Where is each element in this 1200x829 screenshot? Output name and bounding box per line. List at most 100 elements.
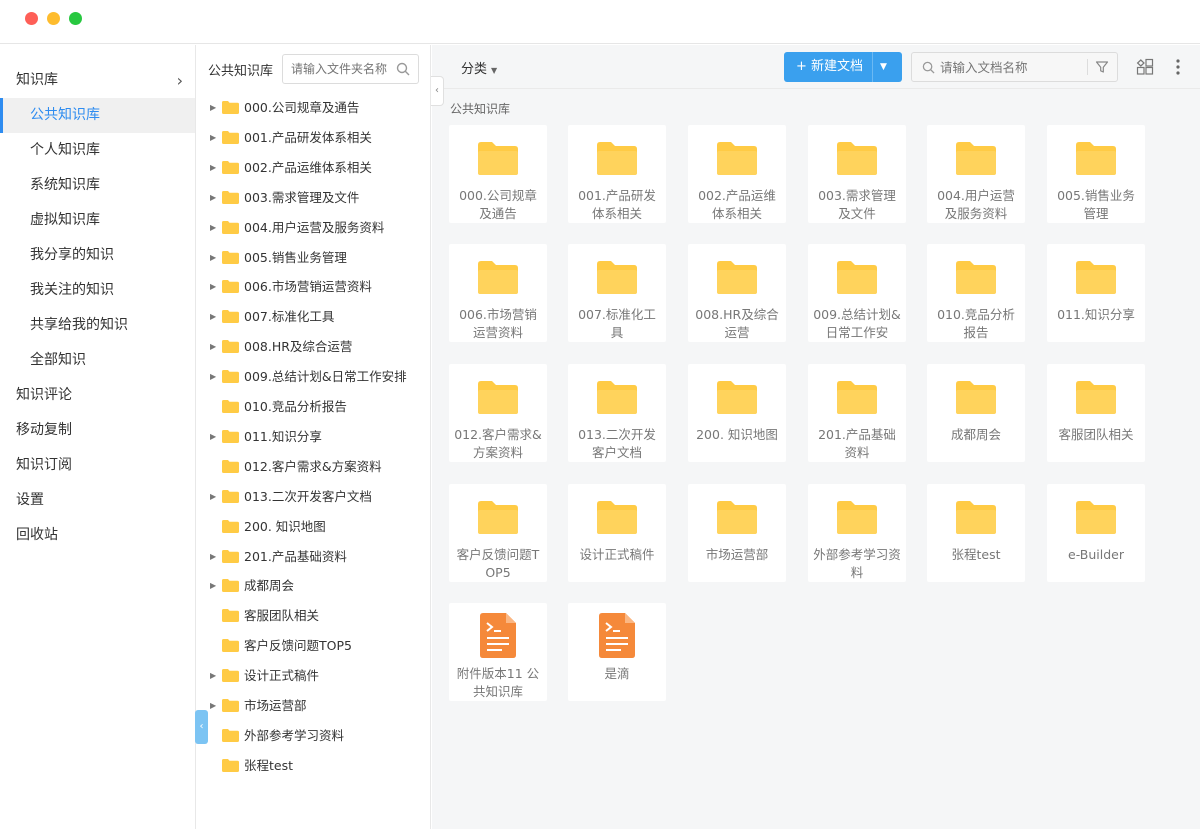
expand-arrow-icon[interactable]: ▶ <box>210 661 216 691</box>
document-card[interactable]: 附件版本11 公共知识库 <box>449 603 547 701</box>
expand-panel-handle[interactable]: ‹ <box>195 710 208 744</box>
expand-arrow-icon[interactable]: ▶ <box>210 153 216 183</box>
expand-arrow-icon[interactable]: ▶ <box>210 123 216 153</box>
nav-item[interactable]: 个人知识库 <box>0 133 195 168</box>
tree-node[interactable]: 200. 知识地图 <box>196 512 430 542</box>
tree-node[interactable]: ▶ 001.产品研发体系相关 <box>196 123 430 153</box>
tree-node[interactable]: ▶ 004.用户运营及服务资料 <box>196 213 430 243</box>
expand-arrow-icon[interactable]: ▶ <box>210 332 216 362</box>
folder-card[interactable]: 005.销售业务管理 <box>1047 125 1145 223</box>
folder-card[interactable]: 201.产品基础资料 <box>808 364 906 462</box>
nav-item[interactable]: 我关注的知识 <box>0 273 195 308</box>
minimize-window-button[interactable] <box>47 12 60 25</box>
folder-card[interactable]: 012.客户需求&方案资料 <box>449 364 547 462</box>
tree-node[interactable]: 客服团队相关 <box>196 601 430 631</box>
nav-item[interactable]: 知识库 › <box>0 63 195 98</box>
expand-arrow-icon[interactable]: ▶ <box>210 243 216 273</box>
folder-card[interactable]: 002.产品运维体系相关 <box>688 125 786 223</box>
folder-card[interactable]: 200. 知识地图 <box>688 364 786 462</box>
folder-card[interactable]: 011.知识分享 <box>1047 244 1145 342</box>
expand-arrow-icon[interactable]: ▶ <box>210 571 216 601</box>
tree-node[interactable]: ▶ 011.知识分享 <box>196 422 430 452</box>
tree-node[interactable]: 010.竞品分析报告 <box>196 392 430 422</box>
tree-node[interactable]: ▶ 009.总结计划&日常工作安排 <box>196 362 430 392</box>
collapse-tree-button[interactable]: ‹ <box>431 76 444 106</box>
folder-card[interactable]: 001.产品研发体系相关 <box>568 125 666 223</box>
nav-item[interactable]: 全部知识 <box>0 343 195 378</box>
tree-node[interactable]: 张程test <box>196 751 430 781</box>
folder-icon <box>478 501 518 534</box>
nav-item[interactable]: 共享给我的知识 <box>0 308 195 343</box>
window-titlebar <box>0 0 1200 44</box>
folder-card[interactable]: 客服团队相关 <box>1047 364 1145 462</box>
folder-card[interactable]: 004.用户运营及服务资料 <box>927 125 1025 223</box>
maximize-window-button[interactable] <box>69 12 82 25</box>
nav-item[interactable]: 系统知识库 <box>0 168 195 203</box>
folder-card[interactable]: 外部参考学习资料 <box>808 484 906 582</box>
nav-item[interactable]: 我分享的知识 <box>0 238 195 273</box>
expand-arrow-icon[interactable]: ▶ <box>210 272 216 302</box>
expand-arrow-icon[interactable]: ▶ <box>210 362 216 392</box>
nav-item[interactable]: 知识评论 <box>0 378 195 413</box>
expand-arrow-icon[interactable]: ▶ <box>210 422 216 452</box>
tree-node[interactable]: 客户反馈问题TOP5 <box>196 631 430 661</box>
tree-node-label: 000.公司规章及通告 <box>244 100 360 115</box>
folder-icon <box>222 130 239 144</box>
tree-node[interactable]: ▶ 008.HR及综合运营 <box>196 332 430 362</box>
folder-card[interactable]: 010.竞品分析报告 <box>927 244 1025 342</box>
folder-card[interactable]: 客户反馈问题TOP5 <box>449 484 547 582</box>
folder-card[interactable]: 007.标准化工具 <box>568 244 666 342</box>
document-search-input[interactable] <box>940 53 1080 81</box>
nav-item[interactable]: 回收站 <box>0 518 195 553</box>
tree-node[interactable]: ▶ 000.公司规章及通告 <box>196 93 430 123</box>
tree-node[interactable]: ▶ 市场运营部 <box>196 691 430 721</box>
filter-icon[interactable] <box>1095 60 1109 74</box>
folder-card[interactable]: 003.需求管理及文件 <box>808 125 906 223</box>
expand-arrow-icon[interactable]: ▶ <box>210 691 216 721</box>
chevron-right-icon[interactable]: › <box>177 63 183 98</box>
folder-card[interactable]: e-Builder <box>1047 484 1145 582</box>
tree-node[interactable]: ▶ 005.销售业务管理 <box>196 243 430 273</box>
tree-node[interactable]: ▶ 006.市场营销运营资料 <box>196 272 430 302</box>
category-dropdown[interactable]: 分类 ▼ <box>461 58 497 77</box>
folder-card[interactable]: 008.HR及综合运营 <box>688 244 786 342</box>
folder-tree-panel: 公共知识库 ▶ 000.公司规章及通告▶ 001.产品研发体系相关▶ 002.产… <box>196 45 431 829</box>
search-icon[interactable] <box>396 62 410 76</box>
folder-card[interactable]: 000.公司规章及通告 <box>449 125 547 223</box>
nav-item[interactable]: 公共知识库 <box>0 98 195 133</box>
nav-item[interactable]: 设置 <box>0 483 195 518</box>
tree-node[interactable]: ▶ 成都周会 <box>196 571 430 601</box>
expand-arrow-icon[interactable]: ▶ <box>210 542 216 572</box>
tree-node[interactable]: ▶ 007.标准化工具 <box>196 302 430 332</box>
tree-node[interactable]: ▶ 201.产品基础资料 <box>196 542 430 572</box>
folder-icon <box>222 160 239 174</box>
nav-item[interactable]: 虚拟知识库 <box>0 203 195 238</box>
nav-item[interactable]: 移动复制 <box>0 413 195 448</box>
more-options-icon[interactable] <box>1175 57 1181 77</box>
expand-arrow-icon[interactable]: ▶ <box>210 183 216 213</box>
folder-card[interactable]: 009.总结计划&日常工作安 <box>808 244 906 342</box>
document-card[interactable]: 是滴 <box>568 603 666 701</box>
tree-node[interactable]: ▶ 002.产品运维体系相关 <box>196 153 430 183</box>
expand-arrow-icon[interactable]: ▶ <box>210 93 216 123</box>
tree-node[interactable]: 外部参考学习资料 <box>196 721 430 751</box>
expand-arrow-icon[interactable]: ▶ <box>210 482 216 512</box>
chevron-down-icon[interactable]: ▼ <box>880 52 887 82</box>
folder-card[interactable]: 成都周会 <box>927 364 1025 462</box>
folder-card[interactable]: 张程test <box>927 484 1025 582</box>
folder-card[interactable]: 设计正式稿件 <box>568 484 666 582</box>
layout-switch-icon[interactable] <box>1136 58 1154 76</box>
new-document-button[interactable]: + 新建文档 ▼ <box>784 52 902 82</box>
folder-card[interactable]: 市场运营部 <box>688 484 786 582</box>
folder-card[interactable]: 006.市场营销运营资料 <box>449 244 547 342</box>
tree-node[interactable]: 012.客户需求&方案资料 <box>196 452 430 482</box>
expand-arrow-icon[interactable]: ▶ <box>210 213 216 243</box>
folder-card[interactable]: 013.二次开发客户文档 <box>568 364 666 462</box>
tree-node[interactable]: ▶ 设计正式稿件 <box>196 661 430 691</box>
tree-node-label: 002.产品运维体系相关 <box>244 159 372 175</box>
nav-item[interactable]: 知识订阅 <box>0 448 195 483</box>
tree-node[interactable]: ▶ 013.二次开发客户文档 <box>196 482 430 512</box>
tree-node[interactable]: ▶ 003.需求管理及文件 <box>196 183 430 213</box>
close-window-button[interactable] <box>25 12 38 25</box>
expand-arrow-icon[interactable]: ▶ <box>210 302 216 332</box>
